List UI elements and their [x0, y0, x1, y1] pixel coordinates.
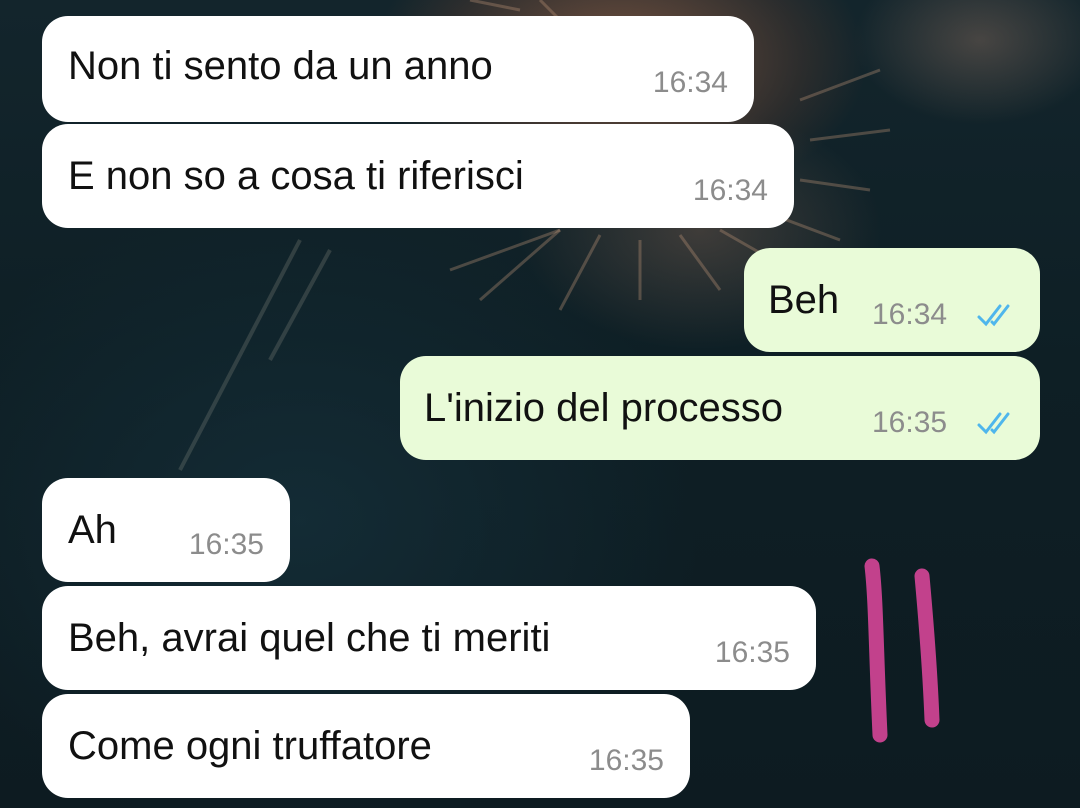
hand-drawn-marks [864, 558, 940, 743]
